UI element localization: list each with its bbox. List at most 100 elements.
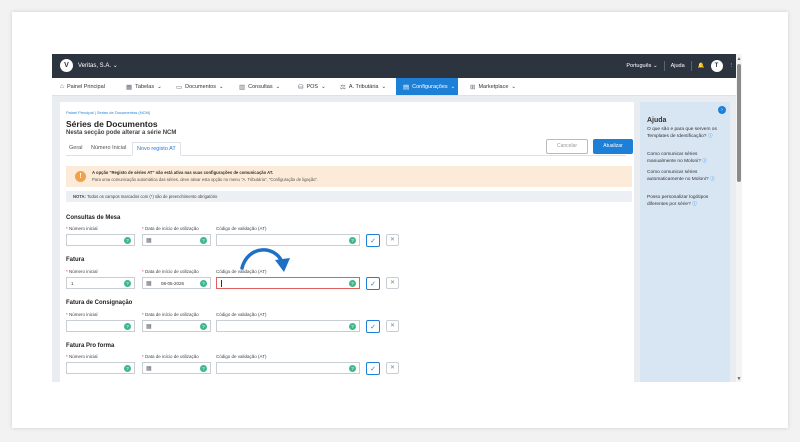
- nav-item-a-tributaria[interactable]: ⚖ A. Tributária ⌄: [336, 78, 390, 95]
- nav-item-pos[interactable]: ⛁ POS ⌄: [294, 78, 330, 95]
- help-circle-icon[interactable]: ?: [124, 237, 131, 244]
- help-circle-icon[interactable]: ?: [124, 280, 131, 287]
- required-mark: *: [142, 354, 144, 359]
- help-circle-icon[interactable]: ?: [124, 323, 131, 330]
- codigo-validacao-input[interactable]: ?: [216, 320, 360, 332]
- company-name: Veritas, S.A.: [78, 63, 112, 69]
- help-circle-icon[interactable]: ?: [349, 280, 356, 287]
- section-title-fatura-de-consignacao: Fatura de Consignação: [66, 300, 133, 306]
- clear-button[interactable]: ✕: [386, 277, 399, 289]
- calendar-icon[interactable]: ▦: [146, 323, 152, 330]
- help-circle-icon[interactable]: ?: [200, 280, 207, 287]
- section-title-fatura-pro-forma: Fatura Pro forma: [66, 343, 115, 349]
- note-text: NOTA: Todos os campos marcados com (*) s…: [73, 194, 217, 199]
- cancel-button[interactable]: Cancelar: [546, 139, 588, 154]
- scroll-thumb[interactable]: [737, 64, 741, 182]
- numero-inicial-input[interactable]: ?: [66, 320, 135, 332]
- help-circle-icon[interactable]: ?: [349, 323, 356, 330]
- codigo-validacao-label: Código de validação (AT): [216, 354, 267, 359]
- help-circle-icon[interactable]: ?: [200, 365, 207, 372]
- help-circle-icon: ⓘ: [709, 176, 715, 182]
- help-circle-icon[interactable]: ?: [200, 323, 207, 330]
- tab-geral[interactable]: Geral: [69, 142, 82, 154]
- nav-item-tabelas[interactable]: ▦ Tabelas ⌄: [122, 78, 166, 95]
- required-mark: *: [66, 226, 68, 231]
- help-title: Ajuda: [647, 117, 667, 124]
- help-link[interactable]: Ajuda: [671, 63, 685, 69]
- calendar-icon[interactable]: ▦: [146, 280, 152, 287]
- tab-novo-registo-at[interactable]: Novo registo AT: [132, 142, 181, 156]
- page-subtitle: Nesta secção pode alterar a série NCM: [66, 130, 177, 136]
- data-inicio-input[interactable]: ▦?: [142, 320, 211, 332]
- more-vertical-icon[interactable]: ⋮: [729, 63, 735, 69]
- confirm-button[interactable]: ✓: [366, 277, 380, 290]
- clear-button[interactable]: ✕: [386, 320, 399, 332]
- document-icon: ▭: [176, 83, 183, 91]
- codigo-validacao-label: Código de validação (AT): [216, 226, 267, 231]
- help-circle-icon[interactable]: ?: [349, 365, 356, 372]
- close-icon: ✕: [389, 280, 396, 286]
- chevron-down-icon: ⌄: [275, 83, 281, 90]
- codigo-validacao-input[interactable]: ?: [216, 362, 360, 374]
- help-link[interactable]: Como comunicar séries manualmente no Mol…: [647, 152, 725, 165]
- chevron-down-icon: ⌄: [157, 83, 162, 90]
- warning-text: Para uma comunicação automática das séri…: [92, 177, 319, 182]
- help-circle-icon[interactable]: ?: [349, 237, 356, 244]
- help-link-text: Como comunicar séries manualmente no Mol…: [647, 152, 701, 164]
- clear-button[interactable]: ✕: [386, 362, 399, 374]
- confirm-button[interactable]: ✓: [366, 320, 380, 333]
- breadcrumb[interactable]: Painel Principal | Séries de Documentos …: [66, 110, 150, 115]
- help-panel: › Ajuda O que são e para que servem os T…: [640, 102, 730, 382]
- company-selector[interactable]: Veritas, S.A. ⌄: [78, 62, 118, 69]
- numero-inicial-input[interactable]: ?: [66, 234, 135, 246]
- chevron-down-icon: ⌄: [381, 83, 387, 90]
- section-title-consultas-de-mesa: Consultas de Mesa: [66, 215, 121, 221]
- nav-item-marketplace[interactable]: ⊞ Marketplace ⌄: [466, 78, 520, 95]
- bell-icon[interactable]: 🔔: [698, 63, 705, 69]
- calendar-icon[interactable]: ▦: [146, 237, 152, 244]
- clear-button[interactable]: ✕: [386, 234, 399, 246]
- data-inicio-input[interactable]: ▦ 08-05-2026?: [142, 277, 211, 289]
- nav-item-painel-principal[interactable]: ⌂ Painel Principal: [56, 78, 109, 95]
- note-body: Todos os campos marcados com (*) são de …: [85, 194, 218, 199]
- confirm-button[interactable]: ✓: [366, 234, 380, 247]
- nav-item-configuracoes[interactable]: ▤ Configurações ⌄: [396, 78, 458, 95]
- scroll-up-arrow-icon[interactable]: ▲: [736, 56, 742, 62]
- help-link[interactable]: Posso personalizar logótipos diferentes …: [647, 195, 725, 208]
- numero-inicial-input[interactable]: 1?: [66, 277, 135, 289]
- nav-label: Marketplace: [478, 83, 509, 90]
- close-icon: ✕: [389, 323, 396, 329]
- numero-inicial-label: * Número inicial: [66, 269, 98, 274]
- update-button[interactable]: Atualizar: [593, 139, 633, 154]
- nav-item-documentos[interactable]: ▭ Documentos ⌄: [172, 78, 228, 95]
- data-inicio-input[interactable]: ▦?: [142, 362, 211, 374]
- help-link-text: Posso personalizar logótipos diferentes …: [647, 195, 709, 207]
- numero-inicial-input[interactable]: ?: [66, 362, 135, 374]
- avatar[interactable]: T: [710, 60, 723, 72]
- help-link[interactable]: Como comunicar séries automaticamente no…: [647, 170, 725, 183]
- help-circle-icon[interactable]: ?: [200, 237, 207, 244]
- required-mark: *: [142, 312, 144, 317]
- chevron-down-icon: ⌄: [450, 83, 456, 90]
- required-note: NOTA: Todos os campos marcados com (*) s…: [66, 191, 632, 202]
- tab-numero-inicial[interactable]: Número Inicial: [91, 142, 126, 154]
- tab-bar: Geral Número Inicial Novo registo AT: [66, 142, 626, 156]
- help-circle-icon[interactable]: ?: [124, 365, 131, 372]
- chevron-down-icon: ⌄: [219, 83, 224, 90]
- field-value: 1: [71, 281, 74, 286]
- data-inicio-input[interactable]: ▦?: [142, 234, 211, 246]
- nav-item-consultas[interactable]: ▥ Consultas ⌄: [235, 78, 284, 95]
- codigo-validacao-input[interactable]: ?: [216, 234, 360, 246]
- scrollbar[interactable]: ▲ ▼: [736, 54, 742, 382]
- main-content: Painel Principal | Séries de Documentos …: [60, 102, 634, 382]
- language-selector[interactable]: Português ⌄: [626, 63, 657, 69]
- confirm-button[interactable]: ✓: [366, 362, 380, 375]
- codigo-validacao-input[interactable]: ?: [216, 277, 360, 289]
- scroll-down-arrow-icon[interactable]: ▼: [736, 376, 742, 382]
- label-text: Número inicial: [69, 312, 98, 317]
- company-logo: V: [60, 59, 73, 72]
- chevron-right-icon[interactable]: ›: [718, 106, 726, 114]
- help-link[interactable]: O que são e para que servem os Templates…: [647, 127, 725, 140]
- nav-label: Painel Principal: [66, 83, 105, 90]
- calendar-icon[interactable]: ▦: [146, 365, 152, 372]
